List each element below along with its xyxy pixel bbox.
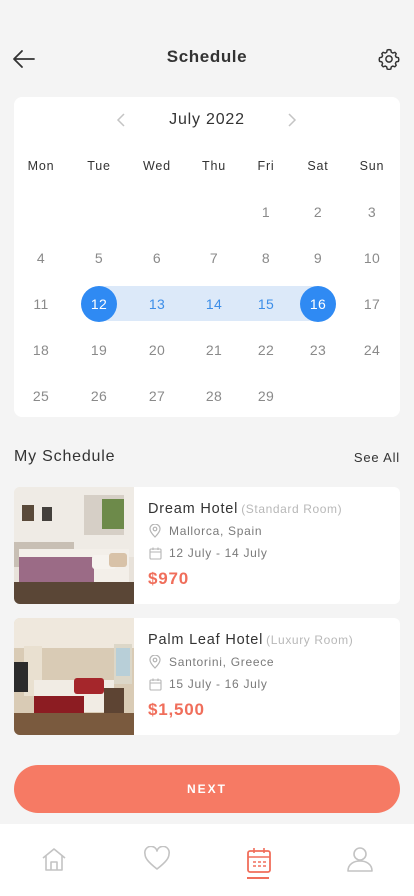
calendar-day[interactable]: 27 <box>139 378 175 414</box>
calendar-day[interactable]: 26 <box>81 378 117 414</box>
calendar-day[interactable]: 12 <box>81 286 117 322</box>
calendar-day[interactable]: 22 <box>248 332 284 368</box>
calendar-day[interactable]: 18 <box>23 332 59 368</box>
calendar: July 2022 Mon Tue Wed Thu Fri Sat Sun 1 2 3 4 5 6 7 8 9… <box>14 97 400 417</box>
heart-icon <box>144 846 170 870</box>
hotel-photo <box>14 618 134 735</box>
calendar-day[interactable]: 20 <box>139 332 175 368</box>
calendar-day[interactable]: 21 <box>196 332 232 368</box>
tab-calendar[interactable] <box>244 846 274 880</box>
location-row: Santorini, Greece <box>148 655 274 669</box>
see-all-link[interactable]: See All <box>354 450 400 465</box>
calendar-day[interactable]: 3 <box>354 194 390 230</box>
calendar-day[interactable]: 15 <box>248 286 284 322</box>
calendar-day[interactable]: 17 <box>354 286 390 322</box>
location-pin-icon <box>148 524 162 538</box>
booking-card[interactable]: Palm Leaf Hotel (Luxury Room) Santorini, … <box>14 618 400 735</box>
page-title: Schedule <box>166 47 248 66</box>
weekday-label: Wed <box>143 159 171 173</box>
user-icon <box>347 847 373 872</box>
tab-home[interactable] <box>39 846 69 880</box>
weekday-label: Thu <box>202 159 226 173</box>
hotel-name: Dream Hotel (Standard Room) <box>148 501 343 517</box>
home-icon <box>42 848 66 871</box>
calendar-grid: Mon Tue Wed Thu Fri Sat Sun 1 2 3 4 5 6 7 8 9 10 11 12 13 14… <box>14 97 400 417</box>
tab-bar <box>0 824 414 896</box>
dates-row: 15 July - 16 July <box>148 677 268 691</box>
calendar-day[interactable]: 25 <box>23 378 59 414</box>
calendar-day[interactable]: 2 <box>300 194 336 230</box>
calendar-day[interactable]: 23 <box>300 332 336 368</box>
booking-card[interactable]: Dream Hotel (Standard Room) Mallorca, Spa… <box>14 487 400 604</box>
hotel-photo <box>14 487 134 604</box>
calendar-day[interactable]: 10 <box>354 240 390 276</box>
tab-profile[interactable] <box>345 846 375 880</box>
price: $970 <box>148 569 190 588</box>
tab-favorites[interactable] <box>142 846 172 880</box>
hotel-name: Palm Leaf Hotel (Luxury Room) <box>148 632 354 648</box>
weekday-label: Tue <box>87 159 111 173</box>
calendar-day[interactable]: 11 <box>23 286 59 322</box>
location-text: Santorini, Greece <box>169 655 275 669</box>
section-title: My Schedule <box>14 448 116 465</box>
weekday-label: Mon <box>27 159 55 173</box>
location-row: Mallorca, Spain <box>148 524 262 538</box>
weekday-label: Sun <box>359 159 385 173</box>
calendar-day[interactable]: 5 <box>81 240 117 276</box>
dates-row: 12 July - 14 July <box>148 546 268 560</box>
calendar-day[interactable]: 4 <box>23 240 59 276</box>
calendar-day[interactable]: 24 <box>354 332 390 368</box>
calendar-day[interactable]: 28 <box>196 378 232 414</box>
calendar-day[interactable]: 13 <box>139 286 175 322</box>
location-text: Mallorca, Spain <box>169 524 263 538</box>
calendar-day[interactable]: 6 <box>139 240 175 276</box>
weekday-label: Fri <box>257 159 275 173</box>
settings-button[interactable] <box>376 46 402 72</box>
dates-text: 12 July - 14 July <box>169 546 268 560</box>
calendar-day[interactable]: 19 <box>81 332 117 368</box>
weekday-label: Sat <box>307 159 329 173</box>
calendar-day[interactable]: 16 <box>300 286 336 322</box>
price: $1,500 <box>148 700 205 719</box>
location-pin-icon <box>148 655 162 669</box>
room-type: (Luxury Room) <box>266 633 354 647</box>
active-tab-indicator <box>247 877 269 879</box>
calendar-small-icon <box>148 677 162 691</box>
dates-text: 15 July - 16 July <box>169 677 268 691</box>
calendar-day[interactable]: 14 <box>196 286 232 322</box>
header: Schedule <box>0 0 414 96</box>
next-button[interactable]: NEXT <box>14 765 400 813</box>
calendar-day[interactable]: 7 <box>196 240 232 276</box>
calendar-day[interactable]: 8 <box>248 240 284 276</box>
calendar-day[interactable]: 1 <box>248 194 284 230</box>
calendar-day[interactable]: 9 <box>300 240 336 276</box>
calendar-small-icon <box>148 546 162 560</box>
calendar-icon <box>247 848 271 873</box>
gear-icon <box>378 48 400 70</box>
room-type: (Standard Room) <box>241 502 343 516</box>
calendar-day[interactable]: 29 <box>248 378 284 414</box>
